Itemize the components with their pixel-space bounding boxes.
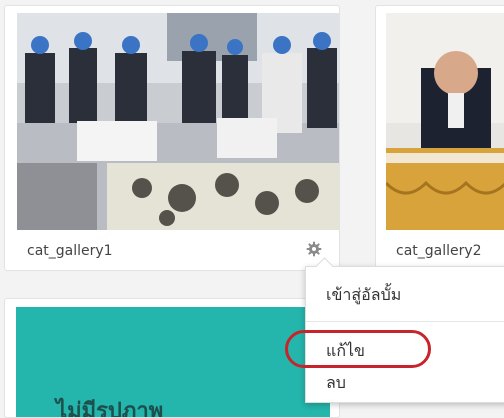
gear-icon[interactable] bbox=[306, 241, 322, 257]
context-menu: เข้าสู่อัลบั้ม แก้ไข ลบ bbox=[305, 257, 504, 403]
gallery-card-2[interactable]: cat_gallery2 bbox=[375, 5, 504, 271]
gallery-caption-1: cat_gallery1 bbox=[27, 243, 113, 259]
gallery-photo-2[interactable] bbox=[386, 13, 504, 230]
menu-item-open-album[interactable]: เข้าสู่อัลบั้ม bbox=[326, 283, 401, 308]
gallery-caption-2: cat_gallery2 bbox=[396, 243, 482, 259]
gallery-photo-1[interactable] bbox=[17, 13, 339, 230]
empty-album-text: ไม่มีรูปภาพ bbox=[56, 399, 164, 417]
empty-album-cover: ไม่มีรูปภาพ bbox=[16, 307, 330, 417]
gallery-card-3[interactable]: ไม่มีรูปภาพ bbox=[4, 298, 340, 418]
menu-divider bbox=[306, 321, 504, 322]
menu-item-edit[interactable]: แก้ไข bbox=[326, 339, 365, 364]
gallery-card-1[interactable]: cat_gallery1 bbox=[4, 5, 340, 271]
menu-item-delete[interactable]: ลบ bbox=[326, 371, 346, 396]
